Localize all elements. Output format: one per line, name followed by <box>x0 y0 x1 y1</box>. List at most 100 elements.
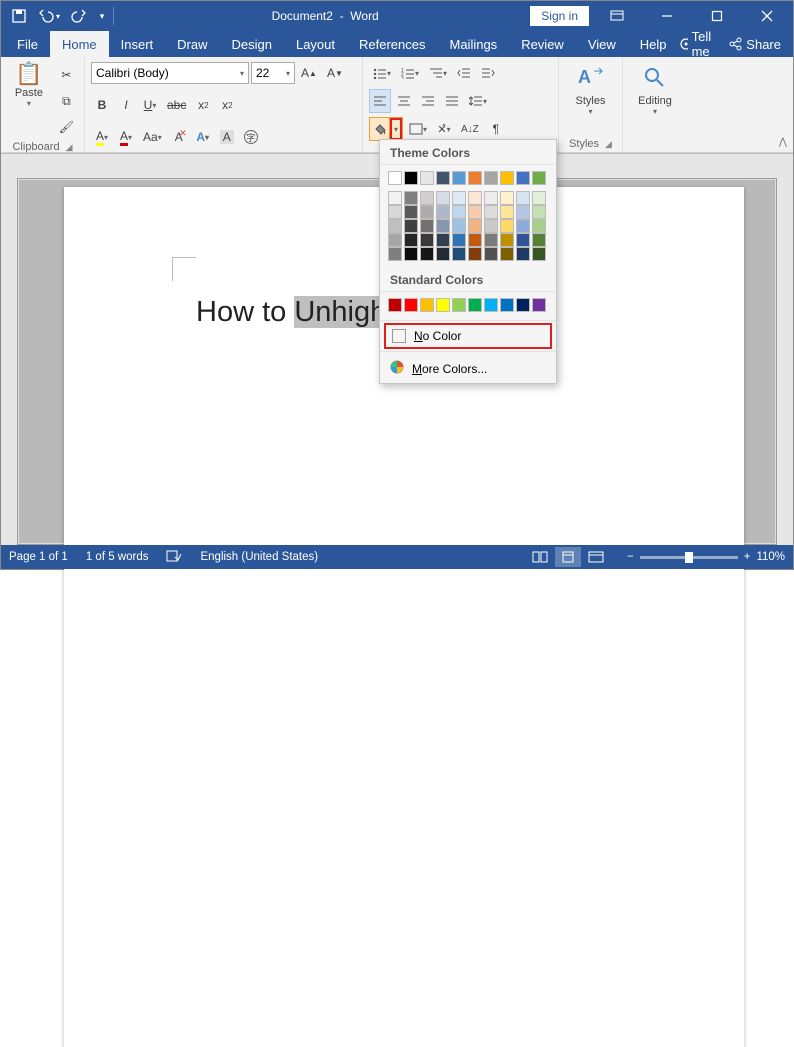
color-swatch[interactable] <box>420 247 434 261</box>
zoom-slider[interactable] <box>640 556 738 559</box>
color-swatch[interactable] <box>532 298 546 312</box>
color-swatch[interactable] <box>516 171 530 185</box>
color-swatch[interactable] <box>532 247 546 261</box>
web-layout-button[interactable] <box>583 547 609 567</box>
color-swatch[interactable] <box>452 298 466 312</box>
color-swatch[interactable] <box>452 247 466 261</box>
read-mode-button[interactable] <box>527 547 553 567</box>
tab-references[interactable]: References <box>347 31 437 57</box>
shrink-font-button[interactable]: A▼ <box>323 61 347 85</box>
color-swatch[interactable] <box>420 205 434 219</box>
color-swatch[interactable] <box>420 219 434 233</box>
font-name-combo[interactable]: Calibri (Body)▾ <box>91 62 249 84</box>
status-words[interactable]: 1 of 5 words <box>86 551 149 563</box>
save-button[interactable] <box>5 2 33 30</box>
enclose-characters-button[interactable]: 字 <box>240 125 262 149</box>
maximize-button[interactable] <box>695 1 739 31</box>
line-spacing-button[interactable]: ▾ <box>465 89 491 113</box>
color-swatch[interactable] <box>452 171 466 185</box>
font-color-button[interactable]: A▾ <box>115 125 137 149</box>
cut-button[interactable]: ✂ <box>55 63 78 87</box>
color-swatch[interactable] <box>484 298 498 312</box>
decrease-indent-button[interactable] <box>453 61 475 85</box>
color-swatch[interactable] <box>420 191 434 205</box>
color-swatch[interactable] <box>468 247 482 261</box>
color-swatch[interactable] <box>420 233 434 247</box>
color-swatch[interactable] <box>404 247 418 261</box>
tab-review[interactable]: Review <box>509 31 576 57</box>
color-swatch[interactable] <box>500 233 514 247</box>
zoom-level[interactable]: 110% <box>756 551 785 563</box>
color-swatch[interactable] <box>436 205 450 219</box>
color-swatch[interactable] <box>404 233 418 247</box>
color-swatch[interactable] <box>484 171 498 185</box>
color-swatch[interactable] <box>388 298 402 312</box>
font-size-combo[interactable]: 22▾ <box>251 62 295 84</box>
increase-indent-button[interactable] <box>477 61 499 85</box>
sort-button[interactable]: A↓Z <box>457 117 483 141</box>
text-effects-button[interactable]: A▾ <box>192 125 214 149</box>
character-shading-button[interactable]: A <box>216 125 238 149</box>
color-swatch[interactable] <box>500 247 514 261</box>
share-button[interactable]: Share <box>728 37 781 52</box>
color-swatch[interactable] <box>516 247 530 261</box>
color-swatch[interactable] <box>500 171 514 185</box>
italic-button[interactable]: I <box>115 93 137 117</box>
close-button[interactable] <box>745 1 789 31</box>
color-swatch[interactable] <box>484 233 498 247</box>
color-swatch[interactable] <box>532 219 546 233</box>
paste-button[interactable]: 📋 Paste ▾ <box>7 61 51 108</box>
shading-button[interactable]: ▾ <box>369 117 403 141</box>
color-swatch[interactable] <box>436 171 450 185</box>
color-swatch[interactable] <box>436 191 450 205</box>
bullets-button[interactable]: ▾ <box>369 61 395 85</box>
styles-button[interactable]: A Styles ▾ <box>565 61 616 116</box>
color-swatch[interactable] <box>516 191 530 205</box>
color-swatch[interactable] <box>516 205 530 219</box>
format-painter-button[interactable]: 🖌 <box>55 115 78 139</box>
color-swatch[interactable] <box>388 219 402 233</box>
color-swatch[interactable] <box>388 191 402 205</box>
color-swatch[interactable] <box>388 205 402 219</box>
color-swatch[interactable] <box>468 205 482 219</box>
clear-formatting-button[interactable]: A✕ <box>168 125 190 149</box>
borders-button[interactable]: ▾ <box>405 117 431 141</box>
collapse-ribbon-button[interactable]: ⋀ <box>779 137 787 148</box>
color-swatch[interactable] <box>532 205 546 219</box>
color-swatch[interactable] <box>468 191 482 205</box>
color-swatch[interactable] <box>500 191 514 205</box>
status-page[interactable]: Page 1 of 1 <box>9 551 68 563</box>
color-swatch[interactable] <box>404 219 418 233</box>
editing-button[interactable]: Editing ▾ <box>629 61 681 116</box>
color-swatch[interactable] <box>516 219 530 233</box>
multilevel-list-button[interactable]: ▾ <box>425 61 451 85</box>
tab-view[interactable]: View <box>576 31 628 57</box>
color-swatch[interactable] <box>436 233 450 247</box>
color-swatch[interactable] <box>484 247 498 261</box>
grow-font-button[interactable]: A▲ <box>297 61 321 85</box>
tab-home[interactable]: Home <box>50 31 109 57</box>
align-left-button[interactable] <box>369 89 391 113</box>
color-swatch[interactable] <box>452 219 466 233</box>
color-swatch[interactable] <box>500 219 514 233</box>
align-right-button[interactable] <box>417 89 439 113</box>
color-swatch[interactable] <box>388 247 402 261</box>
color-swatch[interactable] <box>436 247 450 261</box>
color-swatch[interactable] <box>436 298 450 312</box>
tab-file[interactable]: File <box>5 31 50 57</box>
clipboard-dialog-launcher[interactable]: ◢ <box>66 142 73 153</box>
color-swatch[interactable] <box>468 298 482 312</box>
tab-help[interactable]: Help <box>628 31 679 57</box>
tell-me[interactable]: Tell me <box>679 29 719 59</box>
color-swatch[interactable] <box>420 171 434 185</box>
status-language[interactable]: English (United States) <box>200 551 318 563</box>
change-case-button[interactable]: Aa▾ <box>139 125 166 149</box>
color-swatch[interactable] <box>452 191 466 205</box>
subscript-button[interactable]: x2 <box>192 93 214 117</box>
bold-button[interactable]: B <box>91 93 113 117</box>
color-swatch[interactable] <box>420 298 434 312</box>
numbering-button[interactable]: 123▾ <box>397 61 423 85</box>
tab-design[interactable]: Design <box>220 31 284 57</box>
align-center-button[interactable] <box>393 89 415 113</box>
color-swatch[interactable] <box>516 233 530 247</box>
